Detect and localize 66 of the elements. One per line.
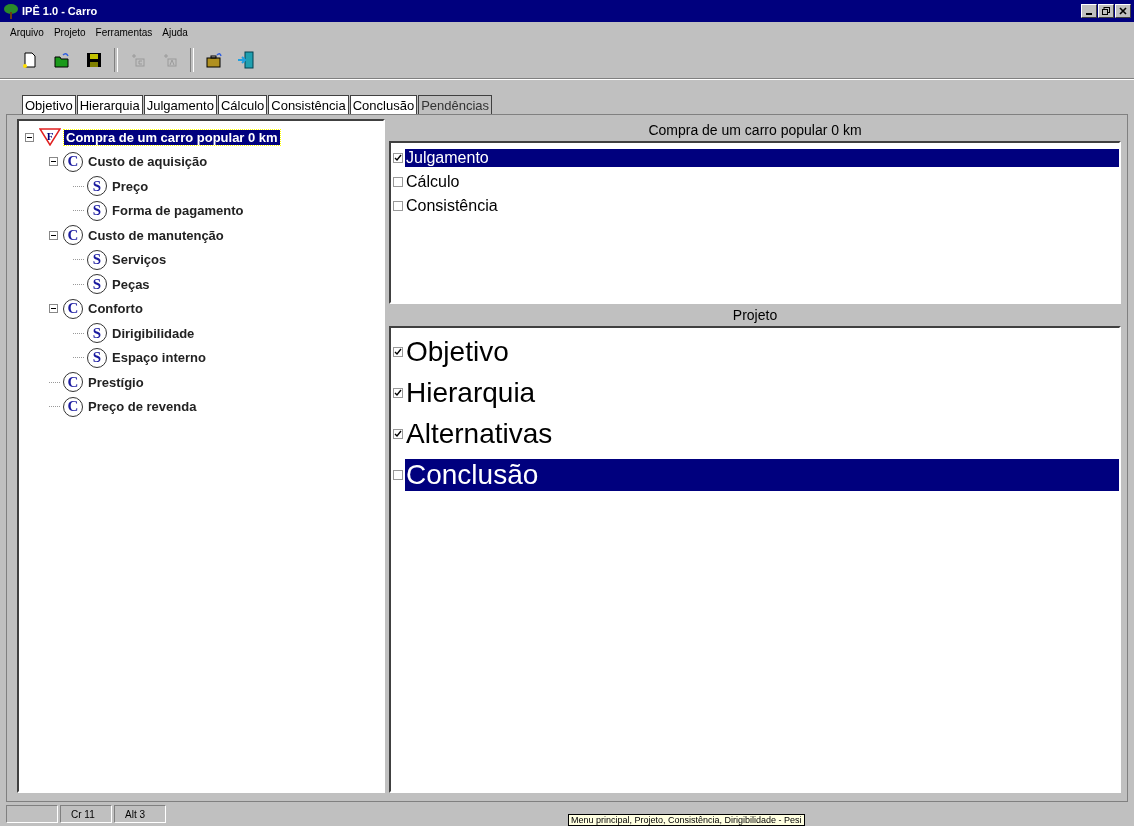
tree-item[interactable]: Compra de um carro popular 0 km bbox=[64, 129, 280, 145]
tree-item[interactable]: Prestígio bbox=[86, 374, 146, 390]
tree-item[interactable]: Custo de aquisição bbox=[86, 154, 210, 170]
tree-item[interactable]: Serviços bbox=[110, 252, 169, 268]
collapse-icon[interactable] bbox=[49, 230, 60, 240]
node-type-icon: C bbox=[63, 151, 83, 172]
list-item[interactable]: Alternativas bbox=[405, 417, 1119, 450]
checkbox[interactable] bbox=[393, 153, 403, 163]
checkbox[interactable] bbox=[393, 428, 403, 439]
menu-item[interactable]: Arquivo bbox=[10, 26, 44, 38]
status-panel bbox=[6, 805, 58, 823]
tab[interactable]: Pendências bbox=[418, 95, 493, 114]
tab[interactable]: Cálculo bbox=[217, 95, 268, 114]
collapse-icon[interactable] bbox=[49, 304, 60, 314]
checkbox[interactable] bbox=[393, 346, 403, 357]
tab[interactable]: Consistência bbox=[268, 95, 349, 114]
list-item[interactable]: Consistência bbox=[405, 197, 1119, 215]
list-item[interactable]: Hierarquia bbox=[405, 376, 1119, 409]
tree-item[interactable]: Dirigibilidade bbox=[110, 325, 197, 341]
menu-item[interactable]: Ajuda bbox=[162, 26, 188, 38]
menu-item[interactable]: Projeto bbox=[53, 26, 86, 38]
tree-item[interactable]: Peças bbox=[110, 276, 152, 292]
tree-item[interactable]: Preço bbox=[110, 178, 151, 194]
checkbox[interactable] bbox=[393, 387, 403, 398]
maximize-button[interactable] bbox=[1098, 4, 1114, 18]
close-icon bbox=[1119, 7, 1127, 15]
node-type-icon: C bbox=[63, 372, 83, 393]
list-item[interactable]: Objetivo bbox=[405, 335, 1119, 368]
tree-icon bbox=[3, 3, 19, 19]
checkbox[interactable] bbox=[393, 177, 403, 187]
triangle-f-icon: F bbox=[39, 128, 61, 147]
node-type-icon: S bbox=[87, 274, 107, 295]
list-item[interactable]: Conclusão bbox=[405, 458, 1119, 491]
node-type-icon: S bbox=[87, 347, 107, 368]
minimize-button[interactable] bbox=[1081, 4, 1097, 18]
node-type-icon: S bbox=[87, 249, 107, 270]
node-type-icon: C bbox=[63, 396, 83, 417]
tab[interactable]: Hierarquia bbox=[76, 95, 143, 114]
tooltip: Menu principal, Projeto, Consistência, Dirigibilidade - Pesi bbox=[568, 814, 805, 826]
node-type-icon: C bbox=[63, 225, 83, 246]
panel-header: Compra de um carro popular 0 km bbox=[647, 121, 863, 140]
tree-item[interactable]: Conforto bbox=[86, 301, 145, 317]
tree-item[interactable]: Preço de revenda bbox=[86, 399, 199, 415]
maximize-icon bbox=[1102, 7, 1110, 15]
collapse-icon[interactable] bbox=[25, 132, 36, 142]
status-panel: Cr 11 bbox=[60, 805, 112, 823]
tree-item[interactable]: Espaço interno bbox=[110, 350, 208, 366]
list-item[interactable]: Julgamento bbox=[405, 149, 1119, 167]
list-item[interactable]: Cálculo bbox=[405, 173, 1119, 191]
node-type-icon: S bbox=[87, 323, 107, 344]
node-type-icon: C bbox=[63, 298, 83, 319]
collapse-icon[interactable] bbox=[49, 157, 60, 167]
checkbox[interactable] bbox=[393, 469, 403, 480]
close-button[interactable] bbox=[1115, 4, 1131, 18]
status-panel: Alt 3 bbox=[114, 805, 166, 823]
menu-item[interactable]: Ferramentas bbox=[95, 26, 153, 38]
tab[interactable]: Objetivo bbox=[22, 95, 76, 114]
tree-item[interactable]: Custo de manutenção bbox=[86, 227, 226, 243]
window-title: IPÊ 1.0 - Carro bbox=[22, 5, 98, 17]
tab[interactable]: Julgamento bbox=[143, 95, 217, 114]
checkbox[interactable] bbox=[393, 201, 403, 211]
tab[interactable]: Conclusão bbox=[349, 95, 418, 114]
tree-item[interactable]: Forma de pagamento bbox=[110, 203, 246, 219]
panel-header: Projeto bbox=[731, 306, 779, 325]
node-type-icon: S bbox=[87, 176, 107, 197]
node-type-icon: S bbox=[87, 200, 107, 221]
